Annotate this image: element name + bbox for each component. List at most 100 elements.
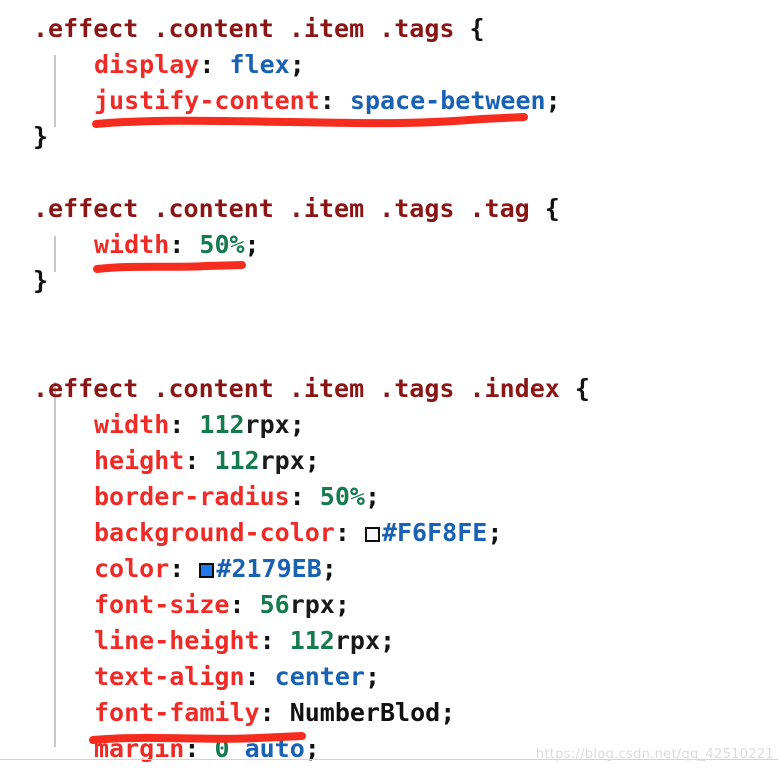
css-property: border-radius (94, 482, 290, 511)
css-property: font-size (94, 590, 230, 619)
open-brace: { (469, 14, 485, 43)
colon: : (184, 446, 200, 475)
css-declaration-line: line-height: 112rpx; (0, 623, 778, 659)
css-close-brace-line: } (0, 263, 778, 299)
css-selector: .effect .content .item .tags (33, 14, 455, 43)
semicolon: ; (304, 446, 320, 475)
css-value-number: 56 (259, 590, 290, 619)
css-value-unit: rpx (334, 626, 381, 655)
css-value-keyword: space-between (349, 86, 546, 115)
colon: : (169, 410, 185, 439)
css-value-unit: rpx (259, 446, 305, 475)
css-selector-line: .effect .content .item .tags { (0, 11, 778, 47)
css-value-number: 112 (214, 446, 260, 475)
close-brace: } (33, 266, 49, 295)
css-declaration-line: width: 50%; (0, 227, 778, 263)
css-selector: .effect .content .item .tags .tag (33, 194, 530, 223)
color-swatch-icon[interactable] (199, 563, 215, 578)
css-value-number: 112 (289, 626, 335, 655)
open-brace: { (544, 194, 560, 223)
code-editor-screenshot: .effect .content .item .tags {display: f… (0, 0, 778, 774)
css-property: color (94, 554, 170, 583)
css-value-unit: rpx (244, 410, 290, 439)
semicolon: ; (487, 518, 503, 547)
css-close-brace-line: } (0, 119, 778, 155)
css-value-keyword: flex (229, 50, 290, 79)
css-declaration-line: justify-content: space-between; (0, 83, 778, 119)
semicolon: ; (289, 410, 305, 439)
colon: : (289, 482, 305, 511)
css-declaration-line: height: 112rpx; (0, 443, 778, 479)
css-selector-line: .effect .content .item .tags .index { (0, 371, 778, 407)
colon: : (259, 626, 275, 655)
css-property: font-family (94, 698, 260, 727)
css-property: line-height (94, 626, 260, 655)
colon: : (229, 590, 245, 619)
colon: : (169, 554, 185, 583)
css-property: display (94, 50, 200, 79)
css-declaration-line: font-family: NumberBlod; (0, 695, 778, 731)
colon: : (199, 50, 215, 79)
semicolon: ; (334, 590, 350, 619)
css-declaration-line: color: #2179EB; (0, 551, 778, 587)
colon: : (319, 86, 335, 115)
semicolon: ; (244, 230, 260, 259)
css-selector: .effect .content .item .tags .index (33, 374, 560, 403)
colon: : (169, 230, 185, 259)
semicolon: ; (364, 482, 381, 511)
semicolon: ; (380, 626, 396, 655)
colon: : (259, 698, 275, 727)
css-property: background-color (94, 518, 335, 547)
semicolon: ; (364, 662, 381, 691)
semicolon: ; (321, 554, 337, 583)
css-value-keyword: center (274, 662, 365, 691)
css-value-number: 50% (199, 230, 245, 259)
css-code-body: .effect .content .item .tags {display: f… (0, 11, 778, 774)
color-swatch-icon[interactable] (364, 527, 380, 542)
watermark-text: https://blog.csdn.net/qq_42510221 (535, 747, 774, 762)
css-selector-line: .effect .content .item .tags .tag { (0, 191, 778, 227)
css-color-value: #2179EB (216, 554, 322, 583)
css-value-number: 112 (199, 410, 245, 439)
css-close-brace-line: } (0, 767, 778, 774)
semicolon: ; (289, 50, 305, 79)
css-declaration-line: width: 112rpx; (0, 407, 778, 443)
css-property: width (94, 410, 170, 439)
colon: : (244, 662, 260, 691)
close-brace: } (33, 122, 49, 151)
css-declaration-line: font-size: 56rpx; (0, 587, 778, 623)
css-value-text: NumberBlod (289, 698, 441, 727)
semicolon: ; (440, 698, 456, 727)
css-declaration-line: text-align: center; (0, 659, 778, 695)
close-brace: } (33, 770, 48, 774)
css-declaration-line: border-radius: 50%; (0, 479, 778, 515)
semicolon: ; (545, 86, 561, 115)
css-declaration-line: background-color: #F6F8FE; (0, 515, 778, 551)
colon: : (334, 518, 350, 547)
css-color-value: #F6F8FE (381, 518, 488, 547)
css-value-number: 50% (319, 482, 365, 511)
css-property: height (94, 446, 185, 475)
css-property: text-align (94, 662, 245, 691)
css-value-unit: rpx (289, 590, 335, 619)
css-property: justify-content (94, 86, 320, 115)
css-declaration-line: display: flex; (0, 47, 778, 83)
